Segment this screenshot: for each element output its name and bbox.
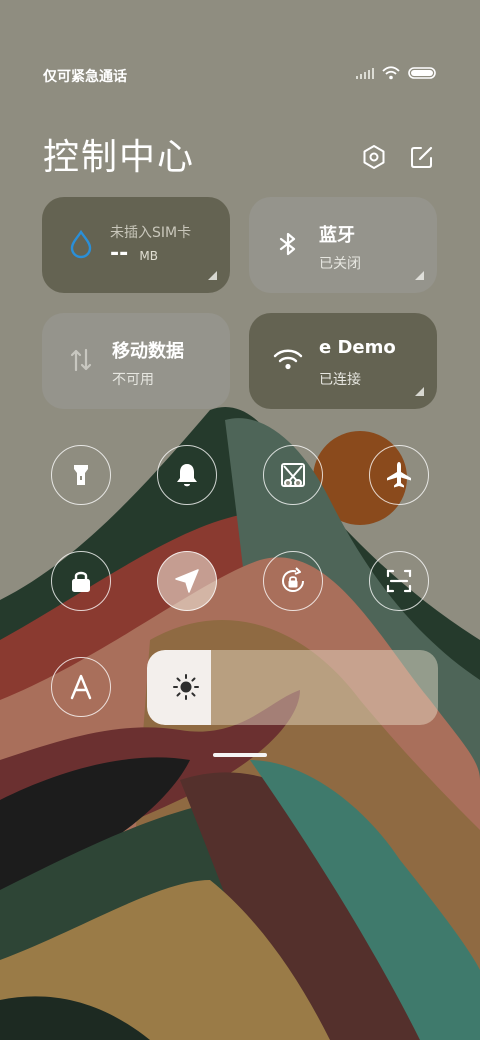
data-usage-value: -- [110, 241, 129, 266]
expand-corner-icon [208, 271, 217, 280]
scan-toggle[interactable] [369, 551, 429, 611]
settings-hexagon-icon [363, 145, 385, 169]
rotation-lock-icon [282, 567, 305, 593]
data-usage-value-row: -- MB [110, 241, 158, 266]
header-actions [361, 144, 435, 170]
scan-icon [386, 569, 412, 593]
data-arrows-icon [70, 348, 92, 372]
flashlight-toggle[interactable] [51, 445, 111, 505]
lock-screen-toggle[interactable] [51, 551, 111, 611]
home-indicator[interactable] [213, 753, 267, 757]
rotation-lock-toggle[interactable] [263, 551, 323, 611]
mobile-data-tile[interactable]: 移动数据 不可用 [42, 313, 230, 409]
wifi-tile[interactable]: e Demo 已连接 [249, 313, 437, 409]
brightness-sun-icon [173, 674, 199, 700]
data-usage-unit: MB [139, 249, 158, 263]
mobile-data-label: 移动数据 [112, 341, 184, 362]
water-drop-icon [70, 229, 92, 259]
mute-toggle[interactable] [157, 445, 217, 505]
lock-icon [72, 571, 90, 592]
screenshot-toggle[interactable] [263, 445, 323, 505]
battery-icon [408, 67, 436, 79]
flashlight-icon [74, 465, 88, 485]
bluetooth-status: 已关闭 [319, 256, 361, 272]
status-bar: 仅可紧急通话 [0, 60, 480, 92]
data-usage-tile[interactable]: 未插入SIM卡 -- MB [42, 197, 230, 293]
airplane-icon [387, 462, 411, 488]
edit-button[interactable] [409, 144, 435, 170]
expand-corner-icon [415, 387, 424, 396]
edit-icon [411, 146, 433, 168]
bluetooth-icon [279, 232, 296, 256]
font-size-toggle[interactable] [51, 657, 111, 717]
wifi-status-icon [382, 66, 400, 80]
signal-icon [356, 68, 374, 79]
mobile-data-status: 不可用 [112, 372, 154, 388]
settings-button[interactable] [361, 144, 387, 170]
sim-status-label: 未插入SIM卡 [110, 225, 192, 241]
font-icon [70, 674, 92, 700]
carrier-status-text: 仅可紧急通话 [43, 69, 127, 85]
wifi-network-name: e Demo [319, 337, 396, 358]
location-arrow-icon [175, 569, 199, 593]
scissors-icon [281, 463, 305, 487]
bluetooth-tile[interactable]: 蓝牙 已关闭 [249, 197, 437, 293]
airplane-mode-toggle[interactable] [369, 445, 429, 505]
brightness-slider[interactable] [147, 650, 438, 725]
bluetooth-label: 蓝牙 [319, 225, 355, 246]
expand-corner-icon [415, 271, 424, 280]
wifi-icon [273, 349, 303, 370]
wifi-status: 已连接 [319, 372, 361, 388]
bell-icon [177, 464, 197, 487]
status-icons [356, 66, 436, 80]
page-title: 控制中心 [43, 137, 196, 178]
location-toggle[interactable] [157, 551, 217, 611]
